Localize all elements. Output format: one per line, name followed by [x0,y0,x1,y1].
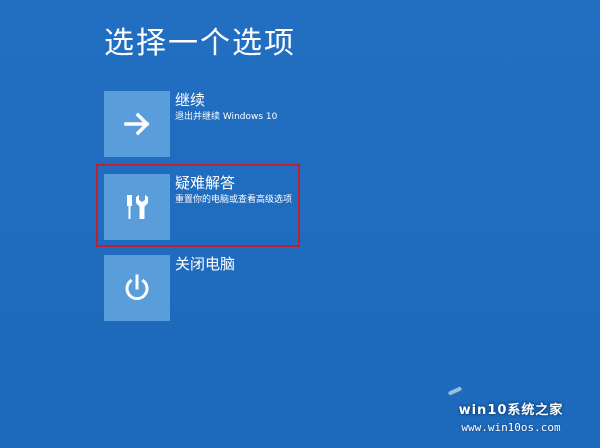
arrow-right-icon [124,112,150,136]
watermark-title: win10系统之家 [458,403,564,418]
continue-label: 继续 [175,91,206,109]
watermark: win10系统之家 www.win10os.com [436,402,586,442]
mouse-cursor-icon [447,386,463,396]
shutdown-tile[interactable] [104,255,170,321]
shutdown-option[interactable]: 关闭电脑 [104,255,384,321]
power-icon [125,274,149,301]
continue-tile[interactable] [104,91,170,157]
page-title: 选择一个选项 [104,26,296,61]
continue-description: 退出并继续 Windows 10 [175,112,278,122]
troubleshoot-highlight-box [96,164,300,247]
continue-option[interactable]: 继续 退出并继续 Windows 10 [104,91,384,157]
shutdown-label: 关闭电脑 [175,255,236,273]
watermark-url: www.win10os.com [461,421,561,434]
recovery-screen: 选择一个选项 继续 退出并继续 Windows 10 疑难解答 重置你的电脑或查… [0,0,600,448]
